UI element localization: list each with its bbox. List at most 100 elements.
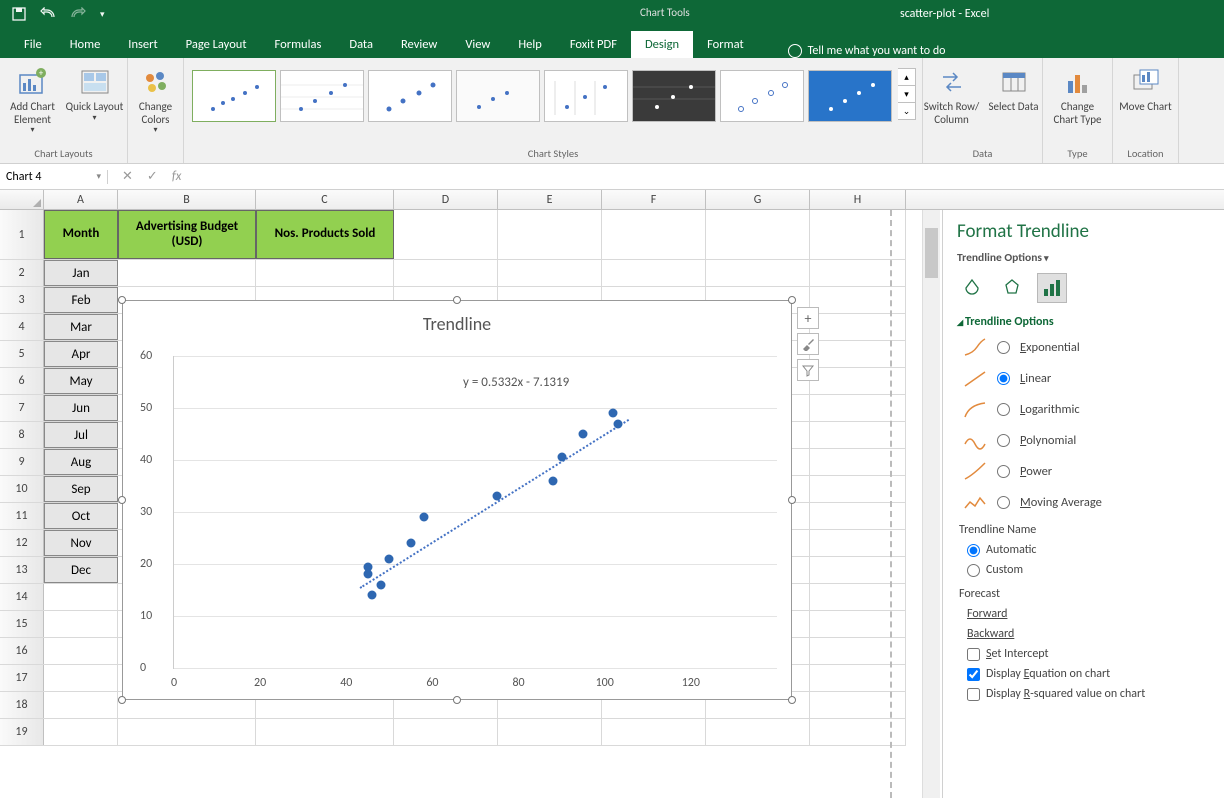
data-point[interactable] bbox=[549, 476, 558, 485]
undo-icon[interactable] bbox=[40, 7, 56, 21]
chart-filter-button[interactable] bbox=[797, 359, 819, 381]
cell-month[interactable]: Dec bbox=[44, 557, 118, 583]
header-budget[interactable]: Advertising Budget (USD) bbox=[118, 210, 256, 259]
section-trendline-options[interactable]: Trendline Options bbox=[957, 315, 1210, 329]
move-chart-button[interactable]: Move Chart bbox=[1117, 62, 1175, 114]
select-data-button[interactable]: Select Data bbox=[985, 62, 1043, 114]
cell[interactable] bbox=[394, 210, 498, 259]
qat-customize-icon[interactable]: ▾ bbox=[100, 9, 105, 20]
forecast-forward[interactable]: Forward bbox=[967, 607, 1210, 621]
cancel-icon[interactable]: ✕ bbox=[122, 169, 133, 184]
cell-month[interactable]: Mar bbox=[44, 314, 118, 340]
tab-format[interactable]: Format bbox=[693, 31, 758, 58]
cell[interactable] bbox=[118, 260, 256, 286]
cell[interactable] bbox=[498, 719, 602, 745]
data-point[interactable] bbox=[609, 409, 618, 418]
resize-handle[interactable] bbox=[453, 696, 461, 704]
row-head[interactable]: 13 bbox=[0, 557, 44, 583]
cell[interactable] bbox=[498, 210, 602, 259]
display-equation-checkbox[interactable]: Display Equation on chart bbox=[967, 667, 1210, 681]
gallery-up-icon[interactable]: ▴ bbox=[898, 69, 915, 86]
change-chart-type-button[interactable]: Change Chart Type bbox=[1049, 62, 1107, 126]
tab-foxit[interactable]: Foxit PDF bbox=[556, 31, 631, 58]
data-point[interactable] bbox=[579, 430, 588, 439]
row-head[interactable]: 18 bbox=[0, 692, 44, 718]
display-r2-checkbox[interactable]: Display R-squared value on chart bbox=[967, 687, 1210, 701]
col-H[interactable]: H bbox=[810, 190, 906, 209]
name-box[interactable]: Chart 4▾ bbox=[0, 170, 108, 184]
cell[interactable] bbox=[706, 260, 810, 286]
name-box-dropdown-icon[interactable]: ▾ bbox=[96, 171, 101, 182]
resize-handle[interactable] bbox=[788, 696, 796, 704]
row-head[interactable]: 14 bbox=[0, 584, 44, 610]
chart-style-4[interactable] bbox=[456, 70, 540, 122]
gallery-down-icon[interactable]: ▾ bbox=[898, 86, 915, 103]
data-point[interactable] bbox=[419, 513, 428, 522]
resize-handle[interactable] bbox=[118, 696, 126, 704]
data-point[interactable] bbox=[557, 453, 566, 462]
col-D[interactable]: D bbox=[394, 190, 498, 209]
chart-style-3[interactable] bbox=[368, 70, 452, 122]
row-head[interactable]: 5 bbox=[0, 341, 44, 367]
resize-handle[interactable] bbox=[118, 496, 126, 504]
cell-month[interactable]: Jul bbox=[44, 422, 118, 448]
add-chart-element-button[interactable]: + Add Chart Element▾ bbox=[4, 62, 62, 135]
row-head[interactable]: 16 bbox=[0, 638, 44, 664]
quick-layout-button[interactable]: Quick Layout▾ bbox=[66, 62, 124, 123]
chart-style-7[interactable] bbox=[720, 70, 804, 122]
col-F[interactable]: F bbox=[602, 190, 706, 209]
fill-line-tab-icon[interactable] bbox=[957, 273, 987, 303]
resize-handle[interactable] bbox=[788, 496, 796, 504]
options-tab-icon[interactable] bbox=[1037, 273, 1067, 303]
row-head[interactable]: 15 bbox=[0, 611, 44, 637]
cell[interactable] bbox=[394, 719, 498, 745]
cell[interactable] bbox=[706, 210, 810, 259]
col-E[interactable]: E bbox=[498, 190, 602, 209]
col-B[interactable]: B bbox=[118, 190, 256, 209]
cell[interactable] bbox=[256, 719, 394, 745]
cell[interactable] bbox=[44, 665, 118, 691]
set-intercept-checkbox[interactable]: Set Intercept bbox=[967, 647, 1210, 661]
cell-month[interactable]: Oct bbox=[44, 503, 118, 529]
chart-brush-button[interactable] bbox=[797, 333, 819, 355]
col-C[interactable]: C bbox=[256, 190, 394, 209]
cell[interactable] bbox=[118, 719, 256, 745]
cell-month[interactable]: Nov bbox=[44, 530, 118, 556]
trendline-type-polynomial[interactable]: Polynomial bbox=[963, 430, 1210, 450]
data-point[interactable] bbox=[406, 539, 415, 548]
trendline-type-exponential[interactable]: Exponential bbox=[963, 337, 1210, 357]
tab-file[interactable]: File bbox=[10, 31, 56, 58]
tab-formulas[interactable]: Formulas bbox=[261, 31, 336, 58]
cell[interactable] bbox=[498, 260, 602, 286]
trendline-type-linear[interactable]: Linear bbox=[963, 368, 1210, 388]
chart-style-5[interactable] bbox=[544, 70, 628, 122]
cell[interactable] bbox=[602, 719, 706, 745]
tab-data[interactable]: Data bbox=[335, 31, 387, 58]
forecast-backward[interactable]: Backward bbox=[967, 627, 1210, 641]
row-head[interactable]: 6 bbox=[0, 368, 44, 394]
cell[interactable] bbox=[602, 260, 706, 286]
effects-tab-icon[interactable] bbox=[997, 273, 1027, 303]
fx-icon[interactable]: fx bbox=[172, 169, 182, 184]
redo-icon[interactable] bbox=[70, 7, 86, 21]
cell[interactable] bbox=[44, 692, 118, 718]
pane-subhead[interactable]: Trendline Options bbox=[957, 251, 1210, 265]
tab-review[interactable]: Review bbox=[387, 31, 451, 58]
cell[interactable] bbox=[256, 260, 394, 286]
cell[interactable] bbox=[44, 638, 118, 664]
cell-month[interactable]: Jan bbox=[44, 260, 118, 286]
row-head[interactable]: 4 bbox=[0, 314, 44, 340]
cell-month[interactable]: Apr bbox=[44, 341, 118, 367]
row-head[interactable]: 10 bbox=[0, 476, 44, 502]
data-point[interactable] bbox=[385, 554, 394, 563]
chart-plus-button[interactable]: + bbox=[797, 307, 819, 329]
chart-style-6[interactable] bbox=[632, 70, 716, 122]
data-point[interactable] bbox=[368, 591, 377, 600]
tab-view[interactable]: View bbox=[451, 31, 504, 58]
row-head[interactable]: 7 bbox=[0, 395, 44, 421]
cell[interactable] bbox=[706, 719, 810, 745]
cell-month[interactable]: Feb bbox=[44, 287, 118, 313]
chart-style-8[interactable] bbox=[808, 70, 892, 122]
row-head[interactable]: 3 bbox=[0, 287, 44, 313]
cell[interactable] bbox=[44, 584, 118, 610]
